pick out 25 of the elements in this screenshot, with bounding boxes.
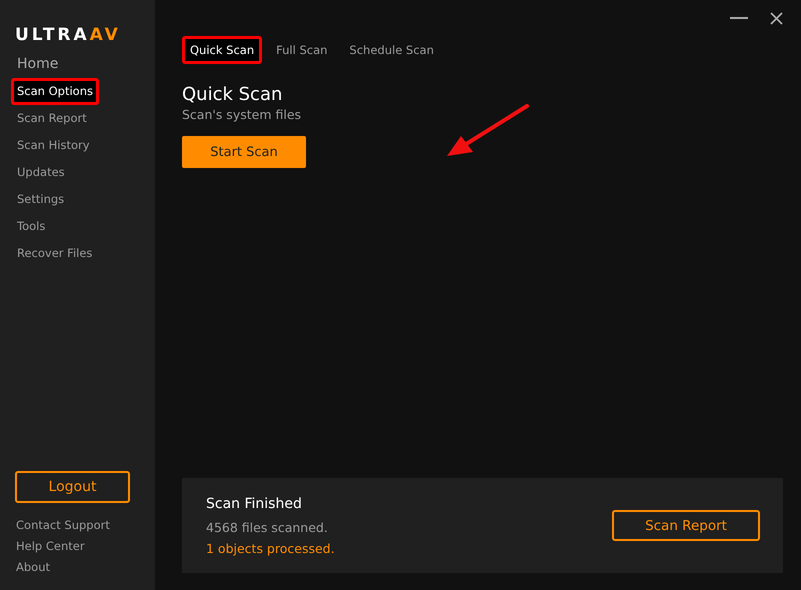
sidebar-item[interactable]: Recover Files [12, 241, 98, 266]
sidebar-item[interactable]: Scan History [12, 133, 95, 158]
page-title: Quick Scan [182, 84, 282, 105]
sidebar-item[interactable]: Settings [12, 187, 70, 212]
sidebar-item[interactable]: Tools [12, 214, 50, 239]
tab[interactable]: Schedule Scan [341, 36, 442, 64]
sidebar-item[interactable]: Home [12, 52, 64, 77]
start-scan-button[interactable]: Start Scan [182, 136, 306, 168]
tab[interactable]: Quick Scan [182, 36, 262, 64]
scan-report-button[interactable]: Scan Report [612, 510, 760, 541]
logo: ULTRAAV [14, 25, 121, 45]
objects-processed-text: 1 objects processed. [206, 540, 335, 556]
sidebar-item[interactable]: Updates [12, 160, 70, 185]
sidebar-item[interactable]: Scan Report [12, 106, 92, 131]
footer-link[interactable]: Contact Support [12, 515, 114, 536]
logout-button[interactable]: Logout [15, 471, 130, 503]
close-icon[interactable] [770, 12, 783, 24]
sidebar-item[interactable]: Scan Options [12, 79, 98, 104]
page-subtitle: Scan's system files [182, 107, 302, 122]
status-title: Scan Finished [206, 496, 302, 512]
tab[interactable]: Full Scan [268, 36, 336, 64]
footer-link[interactable]: Help Center [12, 536, 89, 557]
files-scanned-text: 4568 files scanned. [206, 520, 328, 534]
footer-link[interactable]: About [12, 557, 54, 578]
minimize-icon[interactable] [730, 16, 748, 20]
